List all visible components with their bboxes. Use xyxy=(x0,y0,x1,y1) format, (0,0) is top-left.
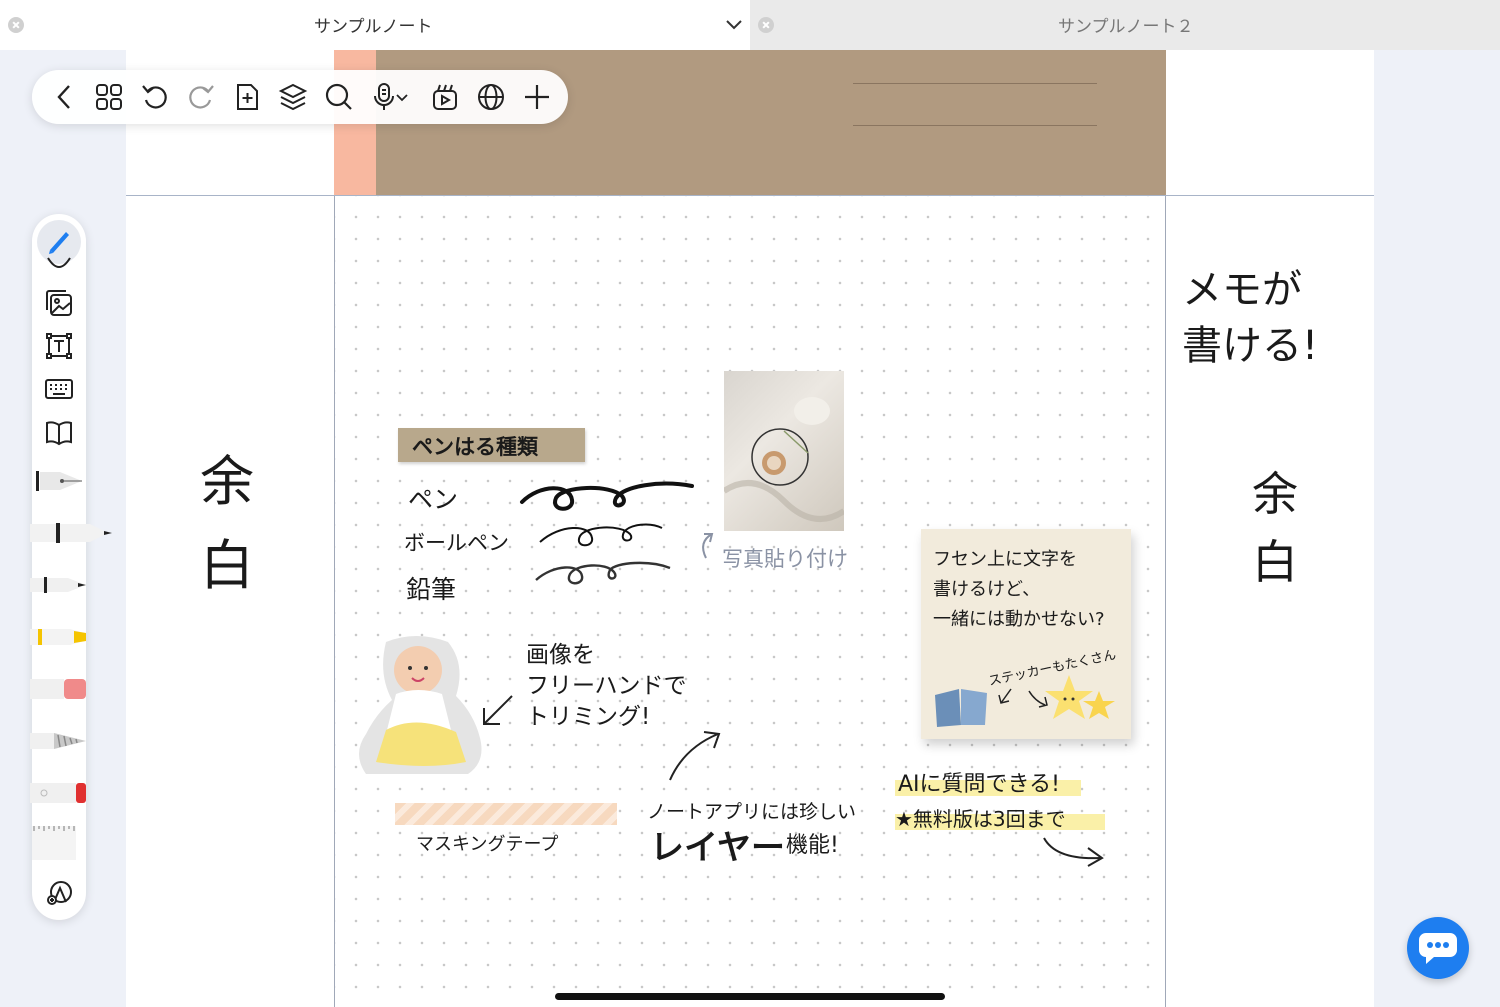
right-memo-text: メモが 書ける! xyxy=(1182,267,1319,369)
pencil-label: 鉛筆 xyxy=(406,575,457,604)
back-icon[interactable] xyxy=(50,82,80,112)
eraser-icon[interactable] xyxy=(30,676,88,702)
highlighter-icon[interactable] xyxy=(30,624,88,650)
sticker-arrows-icon xyxy=(998,688,1048,708)
pen-types-title: ペンはる種類 xyxy=(412,435,538,459)
masking-tape[interactable] xyxy=(395,803,617,825)
search-icon[interactable] xyxy=(324,82,354,112)
tab-bar: サンプルノート サンプルノート２ xyxy=(0,0,1500,50)
chevron-down-icon[interactable] xyxy=(724,17,744,31)
plus-icon[interactable] xyxy=(522,82,552,112)
ruler-icon[interactable] xyxy=(32,824,80,862)
chevron-down-icon[interactable] xyxy=(394,82,410,112)
trim-note: 画像を フリーハンドで トリミング! xyxy=(526,642,687,730)
sticky-note[interactable]: フセン上に文字を 書けるけど、 一緒には動かせない? ステッカーもたくさん xyxy=(921,529,1131,739)
lasso-icon[interactable] xyxy=(44,254,74,270)
tab-close-icon[interactable] xyxy=(8,17,24,33)
shapes-icon[interactable] xyxy=(44,878,74,908)
tab-title: サンプルノート２ xyxy=(1058,17,1194,37)
cup-photo-image xyxy=(722,397,846,522)
redo-icon[interactable] xyxy=(186,82,216,112)
undo-icon[interactable] xyxy=(140,82,170,112)
globe-icon[interactable] xyxy=(476,82,506,112)
pen-tool-icon[interactable] xyxy=(44,226,74,256)
arrow-up-right-icon xyxy=(669,731,721,781)
book-icon[interactable] xyxy=(44,417,74,447)
layer-note-suffix: 機能! xyxy=(786,833,839,858)
sticky-text: フセン上に文字を 書けるけど、 一緒には動かせない? xyxy=(933,549,1105,630)
layers-icon[interactable] xyxy=(278,82,308,112)
arrow-icon xyxy=(483,695,513,725)
textbox-icon[interactable] xyxy=(44,331,74,361)
header-rule xyxy=(853,83,1097,84)
grid-icon[interactable] xyxy=(94,82,124,112)
tab-title: サンプルノート xyxy=(314,17,433,37)
marker-icon[interactable] xyxy=(30,780,88,806)
header-rule xyxy=(853,125,1097,126)
baby-cutout-image[interactable] xyxy=(356,634,488,776)
fountain-pen-icon[interactable] xyxy=(30,468,86,494)
masking-tape-label: マスキングテープ xyxy=(416,834,559,855)
ballpoint-pen-icon[interactable] xyxy=(30,520,112,546)
media-icon[interactable] xyxy=(430,82,460,112)
book-sticker-icon xyxy=(935,689,987,727)
tab-sample-note[interactable]: サンプルノート xyxy=(0,0,750,50)
curved-arrow-icon xyxy=(702,533,714,559)
top-toolbar xyxy=(32,70,568,124)
brush-icon[interactable] xyxy=(30,728,88,754)
ballpoint-label: ボールペン xyxy=(404,531,509,555)
pen-stroke-samples xyxy=(520,481,694,585)
layer-note-bold: レイヤー xyxy=(650,828,785,868)
keyboard-icon[interactable] xyxy=(44,374,74,404)
left-margin-text: 余 白 xyxy=(200,450,254,597)
tab-close-icon[interactable] xyxy=(758,17,774,33)
right-margin-text: 余 白 xyxy=(1252,467,1298,589)
add-page-icon[interactable] xyxy=(232,82,262,112)
arrow-right-icon xyxy=(1043,837,1104,867)
pencil-icon[interactable] xyxy=(30,572,88,598)
pen-types-label: ペンはる種類 xyxy=(398,428,585,462)
tool-panel xyxy=(30,214,112,920)
ai-chat-button[interactable] xyxy=(1407,917,1469,979)
home-indicator xyxy=(555,993,945,1000)
pasted-photo[interactable] xyxy=(722,371,846,531)
photo-caption: 写真貼り付け xyxy=(722,547,848,571)
chat-bubble-icon xyxy=(1419,933,1457,964)
image-icon[interactable] xyxy=(44,288,74,318)
ai-note-line1: AIに質問できる! xyxy=(898,772,1060,797)
tab-sample-note-2[interactable]: サンプルノート２ xyxy=(750,0,1500,50)
ai-note-line2: ★無料版は3回まで xyxy=(895,807,1066,831)
pen-label: ペン xyxy=(408,485,459,514)
